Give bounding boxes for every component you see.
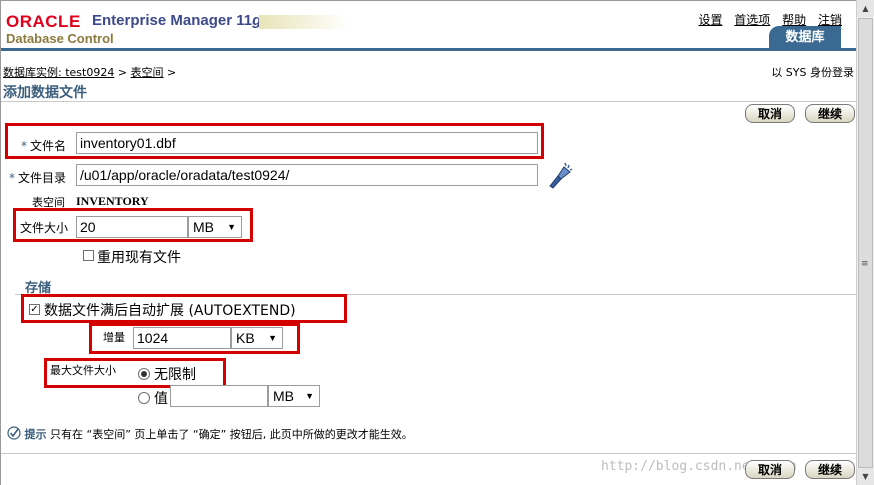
page-title: 添加数据文件	[3, 85, 87, 101]
file-size-unit-select[interactable]: MB ▼	[188, 216, 242, 238]
tip-check-icon	[7, 426, 21, 443]
unlimited-label: 无限制	[154, 367, 196, 383]
file-directory-label: * 文件目录	[9, 171, 67, 185]
chevron-down-icon: ▼	[305, 391, 314, 401]
scroll-up-arrow-icon[interactable]: ▲	[857, 0, 874, 17]
increment-unit-select[interactable]: KB ▼	[231, 327, 283, 349]
flashlight-icon[interactable]	[547, 161, 573, 189]
cancel-button-bottom[interactable]: 取消	[745, 460, 795, 479]
scrollbar-thumb[interactable]	[858, 18, 873, 468]
enterprise-manager-logo: Enterprise Manager 11g	[92, 12, 262, 29]
file-name-input[interactable]: inventory01.dbf	[76, 132, 538, 154]
tablespace-value: INVENTORY	[76, 194, 149, 208]
max-size-label: 最大文件大小	[50, 364, 116, 377]
logout-link[interactable]: 注销	[818, 13, 842, 27]
scroll-down-arrow-icon[interactable]: ▼	[857, 468, 874, 485]
page-frame: ORACLE Enterprise Manager 11g Database C…	[0, 0, 856, 485]
continue-button-bottom[interactable]: 继续	[805, 460, 855, 479]
cancel-button-top[interactable]: 取消	[745, 104, 795, 123]
breadcrumb-tablespace-link[interactable]: 表空间	[131, 66, 164, 79]
value-label: 值	[154, 391, 168, 407]
breadcrumb: 数据库实例: test0924 > 表空间 >	[3, 66, 177, 79]
oracle-logo: ORACLE	[6, 12, 81, 31]
help-link[interactable]: 帮助	[782, 13, 806, 27]
value-radio[interactable]	[138, 392, 150, 404]
autoextend-label: 数据文件满后自动扩展 (AUTOEXTEND)	[44, 303, 296, 319]
continue-button-top[interactable]: 继续	[805, 104, 855, 123]
max-size-unit-select[interactable]: MB ▼	[268, 385, 320, 407]
header-decoration	[259, 15, 349, 29]
tip-text: 提示 只有在 “表空间” 页上单击了 “确定” 按钮后, 此页中所做的更改才能生…	[7, 426, 413, 443]
vertical-scrollbar[interactable]: ▲ ≡ ▼	[856, 0, 874, 485]
login-as-text: 以 SYS 身份登录	[771, 66, 854, 79]
preferences-link[interactable]: 首选项	[734, 13, 770, 27]
title-divider	[1, 101, 856, 102]
chevron-down-icon: ▼	[227, 222, 236, 232]
chevron-down-icon: ▼	[268, 333, 277, 343]
file-size-label: 文件大小	[20, 221, 69, 235]
file-name-label: * 文件名	[21, 139, 67, 153]
increment-label: 增量	[103, 331, 125, 344]
bottom-divider	[1, 453, 856, 454]
reuse-label: 重用现有文件	[97, 250, 181, 266]
scrollbar-grip-icon: ≡	[861, 259, 869, 269]
max-size-value-input[interactable]	[170, 385, 268, 407]
file-size-input[interactable]: 20	[76, 216, 188, 238]
increment-input[interactable]: 1024	[133, 327, 231, 349]
database-control-logo: Database Control	[6, 31, 114, 46]
header-divider	[1, 48, 856, 51]
settings-link[interactable]: 设置	[698, 13, 722, 27]
tab-database[interactable]: 数据库	[769, 26, 841, 50]
autoextend-checkbox[interactable]: ✓	[29, 304, 40, 315]
file-directory-input[interactable]: /u01/app/oracle/oradata/test0924/	[76, 164, 538, 186]
reuse-checkbox[interactable]	[83, 250, 94, 261]
unlimited-radio[interactable]	[138, 368, 150, 380]
breadcrumb-instance-link[interactable]: 数据库实例: test0924	[3, 66, 114, 79]
